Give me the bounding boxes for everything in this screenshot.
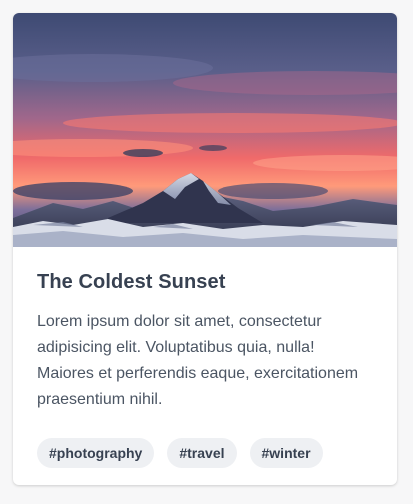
card-body: The Coldest Sunset Lorem ipsum dolor sit… bbox=[13, 247, 397, 413]
card-image bbox=[13, 13, 397, 247]
card-description: Lorem ipsum dolor sit amet, consectetur … bbox=[37, 313, 359, 408]
card: The Coldest Sunset Lorem ipsum dolor sit… bbox=[13, 13, 397, 485]
tag-travel[interactable]: #travel bbox=[167, 438, 237, 468]
tag-winter[interactable]: #winter bbox=[249, 438, 323, 468]
tag-list: #photography #travel #winter bbox=[37, 438, 323, 468]
card-title: The Coldest Sunset bbox=[37, 271, 226, 293]
tag-photography[interactable]: #photography bbox=[37, 438, 155, 468]
